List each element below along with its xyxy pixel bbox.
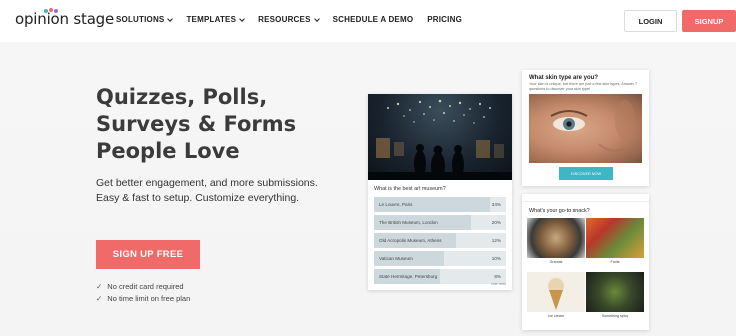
nav-label: TEMPLATES xyxy=(186,15,237,24)
poll-option[interactable]: Old Acropolis Museum, Athens 12% xyxy=(374,233,506,248)
poll-option-percent: 12% xyxy=(491,238,501,243)
museum-poll-card[interactable]: What is the best art museum? Le Louvre, … xyxy=(368,94,512,290)
tile-label: Granola xyxy=(549,260,563,264)
chevron-down-icon xyxy=(313,15,320,22)
face-close-up-image xyxy=(529,94,642,163)
check-item: ✓ No time limit on free plan xyxy=(96,293,190,305)
snack-option-granola[interactable]: Granola xyxy=(527,218,585,264)
poll-option[interactable]: Le Louvre, Paris 34% xyxy=(374,197,506,212)
tile-label: Ice cream xyxy=(548,314,564,318)
skin-quiz-card[interactable]: What skin type are you? Your skin is uni… xyxy=(522,70,649,186)
poll-option[interactable]: Vatican Museum 10% xyxy=(374,251,506,266)
poll-option-percent: 10% xyxy=(491,256,501,261)
granola-image xyxy=(527,218,585,258)
check-icon: ✓ xyxy=(96,282,103,291)
chevron-down-icon xyxy=(239,15,245,22)
poll-question: What is the best art museum? xyxy=(374,186,446,192)
nav-label: SCHEDULE A DEMO xyxy=(332,15,414,24)
check-label: No credit card required xyxy=(107,282,184,291)
headline-line: People Love xyxy=(96,139,240,163)
poll-option-label: The British Museum, London xyxy=(379,220,438,225)
poll-option[interactable]: State Hermitage, Petersburg 8% xyxy=(374,269,506,284)
ice-cream-image xyxy=(527,272,585,312)
opinion-stage-logo[interactable]: opinion stage xyxy=(15,8,115,28)
poll-votes-label: vote now! xyxy=(491,282,506,286)
nav-item-solutions[interactable]: SOLUTIONS xyxy=(116,15,174,24)
poll-option-label: Old Acropolis Museum, Athens xyxy=(379,238,442,243)
museum-gallery-image xyxy=(368,94,512,180)
tile-label: Fruits xyxy=(610,260,620,264)
snack-option-something-spicy[interactable]: Something spicy xyxy=(586,272,644,318)
fruits-image xyxy=(586,218,644,258)
quiz-description: Your skin is unique, but there are just … xyxy=(529,82,638,91)
poll-option-label: State Hermitage, Petersburg xyxy=(379,274,438,279)
nav-item-pricing[interactable]: PRICING xyxy=(427,15,462,24)
poll-option-percent: 8% xyxy=(494,274,501,279)
headline-line: Quizzes, Polls, xyxy=(96,85,268,109)
signup-button[interactable]: SIGNUP xyxy=(682,10,736,32)
chevron-down-icon xyxy=(167,15,174,22)
poll-option-label: Le Louvre, Paris xyxy=(379,202,413,207)
poll-option-label: Vatican Museum xyxy=(379,256,413,261)
spicy-food-image xyxy=(586,272,644,312)
headline-line: Surveys & Forms xyxy=(96,112,297,136)
snack-poll-card[interactable]: What's your go-to snack? Granola Fruits … xyxy=(522,194,649,330)
check-icon: ✓ xyxy=(96,294,103,303)
check-item: ✓ No credit card required xyxy=(96,281,190,293)
quiz-title: What skin type are you? xyxy=(529,75,599,81)
nav-label: RESOURCES xyxy=(258,15,311,24)
snack-option-fruits[interactable]: Fruits xyxy=(586,218,644,264)
nav-links: SOLUTIONS TEMPLATES RESOURCES SCHEDULE A… xyxy=(116,15,476,24)
poll-option-percent: 20% xyxy=(491,220,501,225)
logo-dots-icon xyxy=(44,8,58,14)
nav-label: PRICING xyxy=(427,15,462,24)
card-top-bar xyxy=(522,194,649,202)
top-navigation: opinion stage SOLUTIONS TEMPLATES RESOUR… xyxy=(0,0,736,42)
tile-label: Something spicy xyxy=(601,314,629,318)
nav-item-templates[interactable]: TEMPLATES xyxy=(186,15,245,24)
sign-up-free-button[interactable]: SIGN UP FREE xyxy=(96,240,200,269)
nav-label: SOLUTIONS xyxy=(116,15,165,24)
logo-text: opinion stage xyxy=(15,10,115,28)
hero-checklist: ✓ No credit card required ✓ No time limi… xyxy=(96,281,190,305)
poll-question: What's your go-to snack? xyxy=(529,208,590,214)
snack-option-ice-cream[interactable]: Ice cream xyxy=(527,272,585,318)
poll-option[interactable]: The British Museum, London 20% xyxy=(374,215,506,230)
hero-headline: Quizzes, Polls, Surveys & Forms People L… xyxy=(96,84,356,165)
nav-item-resources[interactable]: RESOURCES xyxy=(258,15,320,24)
discover-now-button[interactable]: DISCOVER NOW xyxy=(559,167,613,180)
check-label: No time limit on free plan xyxy=(107,294,191,303)
login-button[interactable]: LOGIN xyxy=(624,10,677,32)
poll-option-percent: 34% xyxy=(491,202,501,207)
hero-subtext: Get better engagement, and more submissi… xyxy=(96,177,318,204)
nav-item-schedule-demo[interactable]: SCHEDULE A DEMO xyxy=(333,15,414,24)
